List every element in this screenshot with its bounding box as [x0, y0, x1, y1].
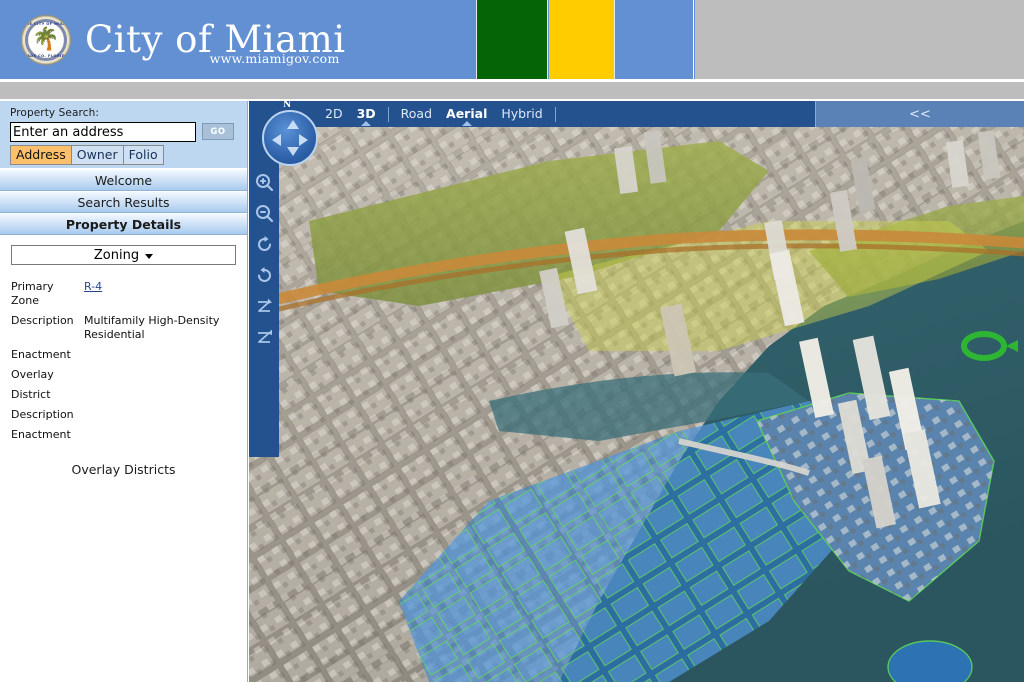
detail-label: Description — [11, 314, 74, 327]
map-toolbar: 2D 3D Road Aerial Hybrid << — [249, 101, 1024, 127]
detail-value-primary-zone[interactable]: R-4 — [84, 280, 102, 294]
header-block-yellow — [549, 0, 615, 79]
layer-select-value: Zoning — [93, 247, 140, 263]
brand-text: City of Miami www.miamigov.com — [85, 21, 346, 66]
detail-row-primary-zone: Primary Zone R-4 — [11, 280, 247, 308]
detail-row-overlay: Overlay — [11, 368, 247, 382]
header-subbar — [0, 82, 1024, 100]
search-tab-owner[interactable]: Owner — [71, 145, 124, 165]
map-mode-2d[interactable]: 2D — [318, 101, 350, 127]
header-block-blue — [616, 0, 694, 79]
site-url: www.miamigov.com — [209, 51, 340, 66]
detail-row-overlay-enactment: Enactment — [11, 428, 247, 442]
palm-tree-icon: 🌴 — [32, 26, 60, 52]
pan-right-arrow-icon[interactable] — [299, 134, 308, 146]
property-search-panel: Property Search: GO Address Owner Folio — [0, 101, 247, 169]
header-block-green — [476, 0, 548, 79]
search-tab-folio[interactable]: Folio — [123, 145, 164, 165]
detail-label: Overlay — [11, 368, 54, 381]
detail-label: Description — [11, 408, 74, 421]
rotate-clockwise-icon[interactable] — [251, 229, 277, 260]
pan-up-arrow-icon[interactable] — [287, 120, 299, 129]
tilt-up-icon[interactable] — [251, 291, 277, 322]
site-header: THE CITY OF MIAMI 🌴 DADE CO. FLORIDA Cit… — [0, 0, 1024, 79]
detail-label: District — [11, 388, 51, 401]
app-root: THE CITY OF MIAMI 🌴 DADE CO. FLORIDA Cit… — [0, 0, 1024, 682]
detail-label: Enactment — [11, 428, 71, 441]
map-basemap-hybrid[interactable]: Hybrid — [494, 101, 549, 127]
map-mode-3d[interactable]: 3D — [350, 101, 383, 127]
pan-down-arrow-icon[interactable] — [287, 147, 299, 156]
map-collapse-button[interactable]: << — [815, 101, 1024, 127]
detail-row-description: Description Multifamily High-Density Res… — [11, 314, 247, 342]
compass-pan-icon[interactable] — [262, 110, 318, 166]
detail-label: Enactment — [11, 348, 71, 361]
detail-value-description: Multifamily High-Density Residential — [84, 314, 220, 341]
detail-row-overlay-description: Description — [11, 408, 247, 422]
detail-row-enactment: Enactment — [11, 348, 247, 362]
sidebar: Property Search: GO Address Owner Folio … — [0, 101, 248, 682]
toolbar-separator — [554, 106, 556, 122]
detail-label: Primary Zone — [11, 280, 54, 307]
search-tab-address[interactable]: Address — [10, 145, 72, 165]
pan-left-arrow-icon[interactable] — [272, 134, 281, 146]
detail-row-district: District — [11, 388, 247, 402]
map-basemap-aerial[interactable]: Aerial — [439, 101, 494, 127]
layer-select-zoning[interactable]: Zoning — [11, 245, 236, 265]
tilt-down-icon[interactable] — [251, 322, 277, 353]
seal-caption-top: THE CITY OF MIAMI — [23, 21, 69, 26]
map-tool-strip — [249, 127, 279, 457]
compass-north-label: N — [283, 101, 292, 110]
toolbar-separator — [387, 106, 389, 122]
sidebar-section-search-results[interactable]: Search Results — [0, 191, 247, 213]
overlay-districts-heading: Overlay Districts — [71, 462, 176, 477]
map-basemap-road[interactable]: Road — [394, 101, 439, 127]
header-block-gray — [695, 0, 1024, 79]
city-seal-icon: THE CITY OF MIAMI 🌴 DADE CO. FLORIDA — [21, 14, 71, 65]
search-label: Property Search: — [10, 107, 99, 119]
sidebar-section-property-details[interactable]: Property Details — [0, 213, 247, 235]
search-input[interactable] — [10, 122, 196, 142]
search-type-tabs: Address Owner Folio — [10, 145, 164, 165]
sidebar-section-welcome[interactable]: Welcome — [0, 169, 247, 191]
map-3d-scene — [249, 101, 1024, 682]
chevron-down-icon — [145, 253, 154, 259]
search-go-button[interactable]: GO — [202, 123, 234, 140]
rotate-counterclockwise-icon[interactable] — [251, 260, 277, 291]
brand-area: THE CITY OF MIAMI 🌴 DADE CO. FLORIDA Cit… — [0, 0, 476, 79]
seal-caption-bottom: DADE CO. FLORIDA — [23, 53, 69, 58]
zoom-out-icon[interactable] — [251, 198, 277, 229]
map-viewport[interactable]: 2D 3D Road Aerial Hybrid << N — [249, 101, 1024, 682]
search-row: GO — [10, 122, 240, 142]
zoom-in-icon[interactable] — [251, 167, 277, 198]
property-details-list: Primary Zone R-4 Description Multifamily… — [11, 280, 247, 442]
